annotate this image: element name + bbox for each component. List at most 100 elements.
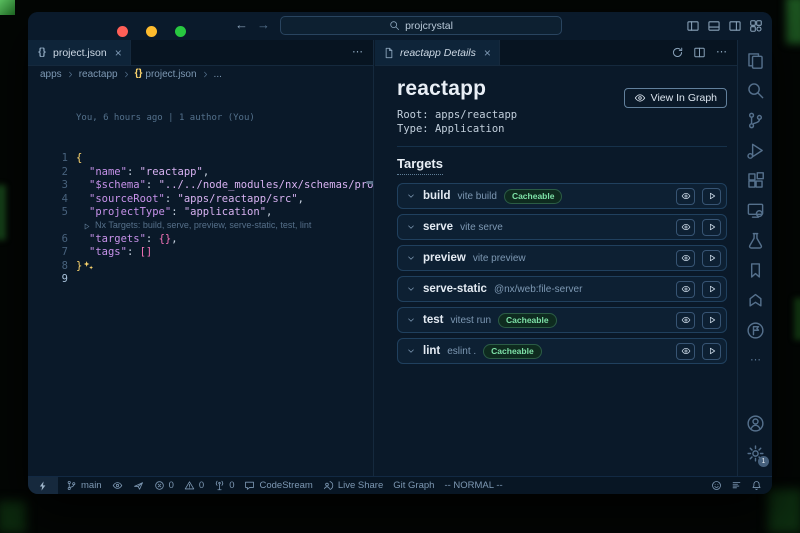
view-target-button[interactable] bbox=[676, 343, 695, 360]
status-ports[interactable]: 0 bbox=[214, 480, 234, 491]
eye-icon bbox=[681, 346, 691, 356]
activity-item-account[interactable] bbox=[739, 408, 772, 438]
minimize-window-button[interactable] bbox=[146, 26, 157, 37]
activity-item-settings[interactable]: 1 bbox=[739, 438, 772, 468]
target-row-build[interactable]: buildvite buildCacheable bbox=[397, 183, 727, 209]
activity-item-explorer[interactable] bbox=[739, 45, 772, 75]
activity-item-remote-explorer[interactable] bbox=[739, 195, 772, 225]
error-circle-icon bbox=[154, 480, 165, 491]
status-notifications[interactable] bbox=[751, 480, 762, 491]
close-window-button[interactable] bbox=[117, 26, 128, 37]
background-art bbox=[768, 489, 800, 533]
view-target-button[interactable] bbox=[676, 281, 695, 298]
activity-item-testing[interactable] bbox=[739, 225, 772, 255]
close-icon[interactable]: × bbox=[484, 46, 491, 60]
breadcrumb-item[interactable]: reactapp bbox=[77, 69, 120, 80]
activity-item-nx-console[interactable] bbox=[739, 285, 772, 315]
status-git-graph[interactable]: Git Graph bbox=[393, 480, 434, 491]
run-target-button[interactable] bbox=[702, 312, 721, 329]
more-actions-icon[interactable]: ⋯ bbox=[715, 46, 728, 59]
vscode-window: ← → projcrystal {} project.json × ⋯ a bbox=[28, 12, 772, 494]
chevron-down-icon[interactable] bbox=[406, 222, 416, 232]
activity-item-extensions[interactable] bbox=[739, 165, 772, 195]
status-rocket[interactable] bbox=[133, 480, 144, 491]
target-row-preview[interactable]: previewvite preview bbox=[397, 245, 727, 271]
account-icon bbox=[746, 414, 765, 433]
breadcrumb-item[interactable]: ... bbox=[212, 69, 224, 80]
toggle-panel-left-icon[interactable] bbox=[686, 19, 700, 33]
toggle-panel-bottom-icon[interactable] bbox=[707, 19, 721, 33]
status-feedback-smiley[interactable] bbox=[711, 480, 722, 491]
view-target-button[interactable] bbox=[676, 219, 695, 236]
code-line[interactable]: 8} bbox=[28, 260, 373, 274]
status-live-share[interactable]: Live Share bbox=[323, 480, 383, 491]
split-editor-icon[interactable] bbox=[693, 46, 706, 59]
tab-project-json[interactable]: {} project.json × bbox=[28, 40, 131, 65]
status-problems-errors[interactable]: 0 bbox=[154, 480, 174, 491]
run-target-button[interactable] bbox=[702, 219, 721, 236]
code-line[interactable]: 9 bbox=[28, 273, 373, 287]
activity-item-bookmarks[interactable] bbox=[739, 255, 772, 285]
right-tab-bar: reactapp Details × ⋯ bbox=[375, 40, 737, 66]
activity-item-more-views[interactable]: ⋯ bbox=[739, 345, 772, 375]
radio-tower-icon bbox=[214, 480, 225, 491]
code-editor[interactable]: You, 6 hours ago | 1 author (You) 1{2"na… bbox=[28, 82, 373, 314]
code-line[interactable]: 2"name": "reactapp", bbox=[28, 166, 373, 180]
chevron-down-icon[interactable] bbox=[406, 284, 416, 294]
target-row-test[interactable]: testvitest runCacheable bbox=[397, 307, 727, 333]
status-git-branch[interactable]: main bbox=[66, 480, 102, 491]
chevron-down-icon[interactable] bbox=[406, 315, 416, 325]
status-problems-warnings[interactable]: 0 bbox=[184, 480, 204, 491]
run-target-button[interactable] bbox=[702, 250, 721, 267]
remote-explorer-icon bbox=[746, 201, 765, 220]
refresh-icon[interactable] bbox=[671, 46, 684, 59]
code-line[interactable]: 7"tags": [] bbox=[28, 246, 373, 260]
chevron-down-icon[interactable] bbox=[406, 346, 416, 356]
forward-icon[interactable]: → bbox=[257, 18, 270, 31]
code-line[interactable]: 3"$schema": "../../node_modules/nx/schem… bbox=[28, 179, 373, 193]
status-gitlens-blame-toggle[interactable] bbox=[112, 480, 123, 491]
view-in-graph-button[interactable]: View In Graph bbox=[624, 88, 727, 108]
chevron-down-icon[interactable] bbox=[406, 191, 416, 201]
view-target-button[interactable] bbox=[676, 312, 695, 329]
code-line[interactable]: 4"sourceRoot": "apps/reactapp/src", bbox=[28, 193, 373, 207]
activity-item-run-and-debug[interactable] bbox=[739, 135, 772, 165]
file-icon bbox=[383, 47, 395, 59]
chevron-down-icon[interactable] bbox=[406, 253, 416, 263]
run-target-button[interactable] bbox=[702, 343, 721, 360]
target-row-serve[interactable]: servevite serve bbox=[397, 214, 727, 240]
zoom-window-button[interactable] bbox=[175, 26, 186, 37]
code-line[interactable]: 5"projectType": "application", bbox=[28, 206, 373, 220]
search-icon bbox=[746, 81, 765, 100]
status-formatter[interactable] bbox=[731, 480, 742, 491]
customize-layout-icon[interactable] bbox=[749, 19, 763, 33]
status-vim-mode[interactable]: -- NORMAL -- bbox=[444, 480, 502, 491]
tab-reactapp-details[interactable]: reactapp Details × bbox=[375, 40, 500, 65]
breadcrumb-item[interactable]: {}project.json bbox=[133, 69, 199, 80]
gitlens-blame-annotation[interactable]: You, 6 hours ago | 1 author (You) bbox=[76, 112, 373, 125]
project-type: Type: Application bbox=[397, 122, 727, 136]
target-row-lint[interactable]: linteslint .Cacheable bbox=[397, 338, 727, 364]
activity-item-source-control[interactable] bbox=[739, 105, 772, 135]
run-target-button[interactable] bbox=[702, 281, 721, 298]
smiley-icon bbox=[711, 480, 722, 491]
breadcrumb-item[interactable]: apps bbox=[38, 69, 64, 80]
back-icon[interactable]: ← bbox=[235, 18, 248, 31]
toggle-panel-right-icon[interactable] bbox=[728, 19, 742, 33]
target-row-serve-static[interactable]: serve-static@nx/web:file-server bbox=[397, 276, 727, 302]
codelens-nx-targets[interactable]: Nx Targets: build, serve, preview, serve… bbox=[82, 220, 373, 233]
command-center-search[interactable]: projcrystal bbox=[280, 16, 562, 35]
code-line[interactable]: 1{ bbox=[28, 152, 373, 166]
more-actions-icon[interactable]: ⋯ bbox=[351, 46, 364, 59]
cacheable-badge: Cacheable bbox=[483, 344, 542, 359]
status-codestream[interactable]: CodeStream bbox=[244, 480, 312, 491]
activity-item-flag-view[interactable] bbox=[739, 315, 772, 345]
status-remote-indicator[interactable] bbox=[28, 477, 58, 494]
view-target-button[interactable] bbox=[676, 188, 695, 205]
target-command: vite build bbox=[457, 191, 496, 202]
view-target-button[interactable] bbox=[676, 250, 695, 267]
run-target-button[interactable] bbox=[702, 188, 721, 205]
code-line[interactable]: 6"targets": {}, bbox=[28, 233, 373, 247]
close-icon[interactable]: × bbox=[115, 46, 122, 60]
activity-item-search[interactable] bbox=[739, 75, 772, 105]
